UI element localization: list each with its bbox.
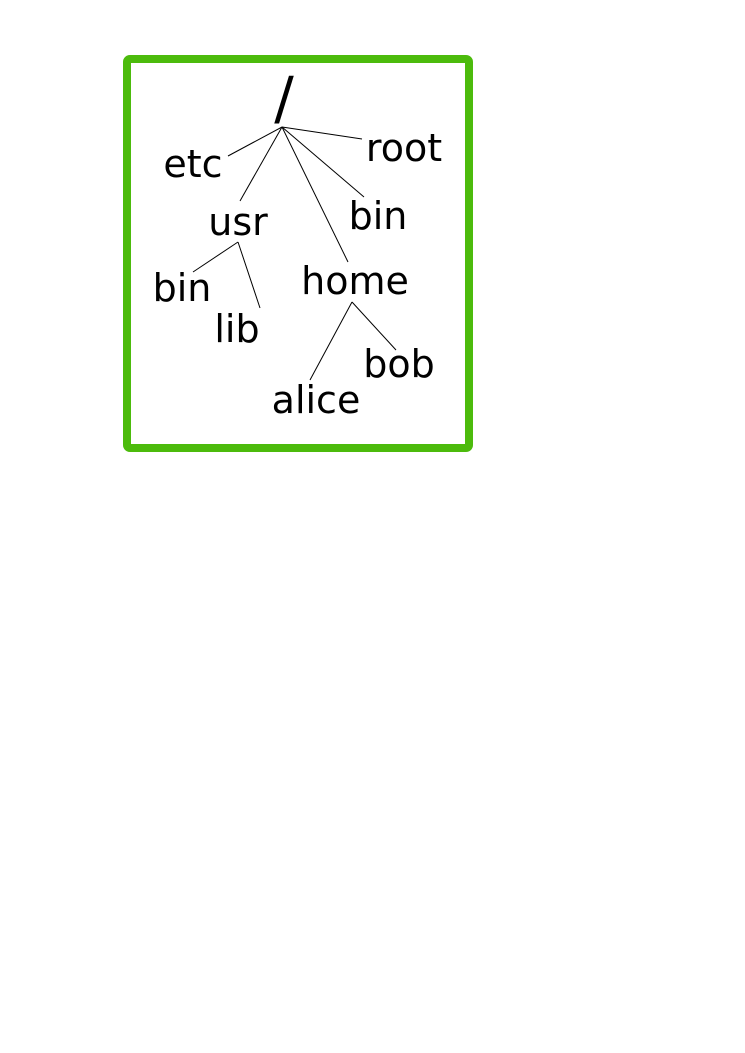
node-usr-bin: bin bbox=[153, 266, 212, 310]
tree-nodes: / etc usr bin lib home alice bob bin roo… bbox=[153, 64, 442, 422]
node-usr: usr bbox=[208, 200, 268, 244]
directory-tree-diagram: / etc usr bin lib home alice bob bin roo… bbox=[123, 55, 473, 452]
node-bob: bob bbox=[363, 342, 435, 386]
edge-root-home bbox=[281, 126, 349, 263]
edge-home-alice bbox=[309, 301, 353, 381]
node-root: root bbox=[366, 126, 442, 170]
node-root-directory: / bbox=[274, 64, 294, 132]
node-etc: etc bbox=[163, 142, 222, 186]
node-bin: bin bbox=[349, 194, 408, 238]
edge-usr-lib bbox=[237, 241, 261, 309]
node-alice: alice bbox=[272, 378, 361, 422]
node-home: home bbox=[301, 259, 409, 303]
node-usr-lib: lib bbox=[214, 307, 259, 351]
